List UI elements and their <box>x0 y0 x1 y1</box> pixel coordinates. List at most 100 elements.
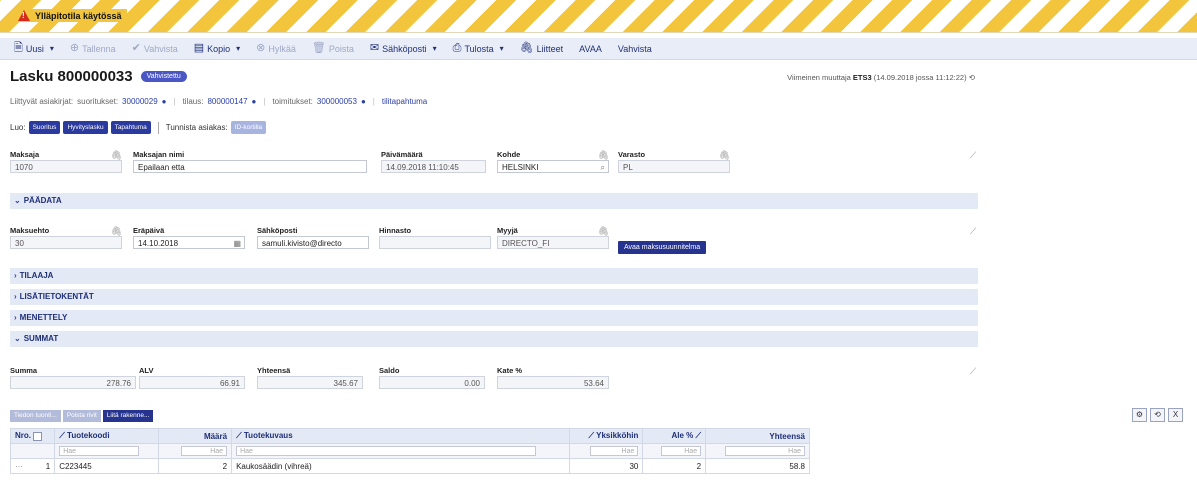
select-all-checkbox[interactable] <box>33 431 43 441</box>
filter-maara[interactable]: Hae <box>181 446 228 456</box>
kohde-field: Kohde 🖇 HELSINKI ⌕ <box>497 150 609 173</box>
toolbar-poista-button[interactable]: 🗑 Poista <box>312 43 354 54</box>
attach-structure-button[interactable]: Liitä rakenne... <box>102 410 154 422</box>
attachment-icon: 🖇 <box>519 42 534 54</box>
link-tilaus[interactable]: 800000147 <box>207 97 247 106</box>
table-row[interactable]: ⋯ 1 C223445 2 Kaukosäädin (vihreä) 30 2 5… <box>9 458 810 474</box>
grid-tools: ⚙ ⟲ X <box>1132 408 1183 422</box>
info-icon: ● <box>251 97 257 106</box>
col-nro: Nro. <box>9 428 56 444</box>
paperclip-icon[interactable]: 🖇 <box>598 226 609 237</box>
col-yksikkohinta[interactable]: ⟋ Yksikköhin <box>569 428 644 444</box>
paperclip-icon[interactable]: 🖇 <box>719 150 730 161</box>
toolbar-kopio-button[interactable]: ▤ Kopio ▾ <box>194 43 240 54</box>
toolbar-liitteet-button[interactable]: 🖇 Liitteet <box>520 43 564 54</box>
undo-icon[interactable]: ⟲ <box>1150 408 1165 422</box>
pin-icon[interactable]: ⟋ <box>970 366 976 377</box>
info-icon: ● <box>360 97 366 106</box>
section-lisatietokentat[interactable]: › LISÄTIETOKENTÄT <box>10 289 978 305</box>
link-toimitukset[interactable]: 300000053 <box>317 97 357 106</box>
erapaiva-input[interactable]: 14.10.2018 ▦ <box>133 236 245 249</box>
open-payment-plan-button[interactable]: Avaa maksusuunnitelma <box>618 241 707 254</box>
maksuehto-input[interactable]: 30 <box>10 236 122 249</box>
col-ale[interactable]: Ale % ⟋ <box>642 428 707 444</box>
print-icon: ⎙ <box>452 42 462 54</box>
row-handle-icon[interactable]: ⋯ <box>15 462 23 471</box>
section-summat[interactable]: ⌄ SUMMAT <box>10 331 978 347</box>
maksaja-input[interactable]: 1070 <box>10 160 122 173</box>
kohde-input[interactable]: HELSINKI ⌕ <box>497 160 609 173</box>
saldo-field: Saldo 0.00 <box>379 366 485 389</box>
save-icon: ⊕ <box>69 42 80 54</box>
create-tapahtuma-button[interactable]: Tapahtuma <box>110 121 151 134</box>
filter-yksikkohinta[interactable]: Hae <box>590 446 639 456</box>
maksajan-nimi-input[interactable]: Epailaan etta <box>133 160 367 173</box>
status-badge: Vahvistettu <box>140 71 187 82</box>
reject-icon: ⊗ <box>256 42 266 54</box>
excel-icon[interactable]: X <box>1168 408 1183 422</box>
caret-down-icon[interactable]: ▾ <box>50 44 54 53</box>
toolbar-tulosta-button[interactable]: ⎙ Tulosta ▾ <box>453 43 504 54</box>
import-data-button[interactable]: Tiedon tuonti... <box>10 410 61 422</box>
hinnasto-input[interactable] <box>379 236 491 249</box>
paperclip-icon[interactable]: 🖇 <box>111 226 122 237</box>
create-row: Luo: Suoritus Hyvityslasku Tapahtuma Tun… <box>10 121 267 134</box>
toolbar-hylkää-button[interactable]: ⊗ Hylkää <box>256 43 296 54</box>
sahkoposti-input[interactable]: samuli.kivisto@directo <box>257 236 369 249</box>
paperclip-icon[interactable]: 🖇 <box>111 150 122 161</box>
paivamaara-field: Päivämäärä 14.09.2018 11:10:45 <box>381 150 486 173</box>
create-suoritus-button[interactable]: Suoritus <box>28 121 61 134</box>
pin-icon[interactable]: ⟋ <box>970 226 976 237</box>
col-tuotekoodi[interactable]: ⟋ Tuotekoodi <box>54 428 160 444</box>
trash-icon: 🗑 <box>311 42 326 54</box>
col-yhteensa[interactable]: Yhteensä <box>705 428 810 444</box>
link-tilitapahtuma[interactable]: tilitapahtuma <box>382 97 427 106</box>
section-paadata[interactable]: ⌄ PÄÄDATA <box>10 193 978 209</box>
toolbar-avaa-button[interactable]: AVAA <box>579 44 602 54</box>
toolbar-vahvista-button[interactable]: Vahvista <box>618 44 652 54</box>
filter-yhteensa[interactable]: Hae <box>725 446 805 456</box>
hinnasto-field: Hinnasto <box>379 226 491 249</box>
toolbar-vahvista-button[interactable]: ✔ Vahvista <box>132 43 178 54</box>
varasto-input[interactable]: PL <box>618 160 730 173</box>
filter-tuotekuvaus[interactable]: Hae <box>236 446 537 456</box>
alv-value: 66.91 <box>139 376 245 389</box>
last-modified: Viimeinen muuttaja ETS3 (14.09.2018 joss… <box>787 73 975 82</box>
identify-id-card-button[interactable]: ID-kortilla <box>230 121 267 134</box>
calendar-icon[interactable]: ▦ <box>233 237 241 248</box>
maintenance-banner: Ylläpitotila käytössä <box>0 0 1197 33</box>
filter-row: Hae Hae Hae Hae Hae Hae <box>9 443 810 459</box>
create-hyvityslasku-button[interactable]: Hyvityslasku <box>63 121 108 134</box>
caret-down-icon[interactable]: ▾ <box>236 44 240 53</box>
toolbar-uusi-button[interactable]: 🗎 Uusi ▾ <box>14 43 54 54</box>
history-icon[interactable]: ⟲ <box>969 73 975 82</box>
delete-rows-button[interactable]: Poista rivit <box>62 410 101 422</box>
title-row: Lasku 800000033 Vahvistettu <box>10 68 187 85</box>
toolbar-tallenna-button[interactable]: ⊕ Tallenna <box>70 43 116 54</box>
maintenance-label: Ylläpitotila käytössä <box>16 9 127 22</box>
filter-tuotekoodi[interactable]: Hae <box>59 446 140 456</box>
yhteensa-value: 345.67 <box>257 376 363 389</box>
filter-ale[interactable]: Hae <box>661 446 702 456</box>
link-suoritukset[interactable]: 30000029 <box>122 97 158 106</box>
mail-icon: ✉ <box>369 42 380 54</box>
maksajan-nimi-field: Maksajan nimi Epailaan etta <box>133 150 367 173</box>
myyja-input[interactable]: DIRECTO_FI <box>497 236 609 249</box>
col-tuotekuvaus[interactable]: ⟋ Tuotekuvaus <box>231 428 571 444</box>
section-menettely[interactable]: › MENETTELY <box>10 310 978 326</box>
modified-user[interactable]: ETS3 <box>853 73 872 82</box>
pin-icon[interactable]: ⟋ <box>970 150 976 161</box>
grid-actions: Tiedon tuonti... Poista rivit Liitä rake… <box>10 410 154 422</box>
settings-icon[interactable]: ⚙ <box>1132 408 1147 422</box>
col-maara[interactable]: Määrä <box>158 428 233 444</box>
section-tilaaja[interactable]: › TILAAJA <box>10 268 978 284</box>
caret-down-icon[interactable]: ▾ <box>433 44 437 53</box>
paivamaara-input[interactable]: 14.09.2018 11:10:45 <box>381 160 486 173</box>
caret-down-icon[interactable]: ▾ <box>500 44 504 53</box>
chevron-down-icon: ⌄ <box>14 196 21 205</box>
myyja-field: Myyjä 🖇 DIRECTO_FI <box>497 226 609 249</box>
toolbar-sähköposti-button[interactable]: ✉ Sähköposti ▾ <box>370 43 437 54</box>
maksuehto-field: Maksuehto 🖇 30 <box>10 226 122 249</box>
sahkoposti-field: Sähköposti samuli.kivisto@directo <box>257 226 369 249</box>
search-icon[interactable]: ⌕ <box>601 161 605 172</box>
